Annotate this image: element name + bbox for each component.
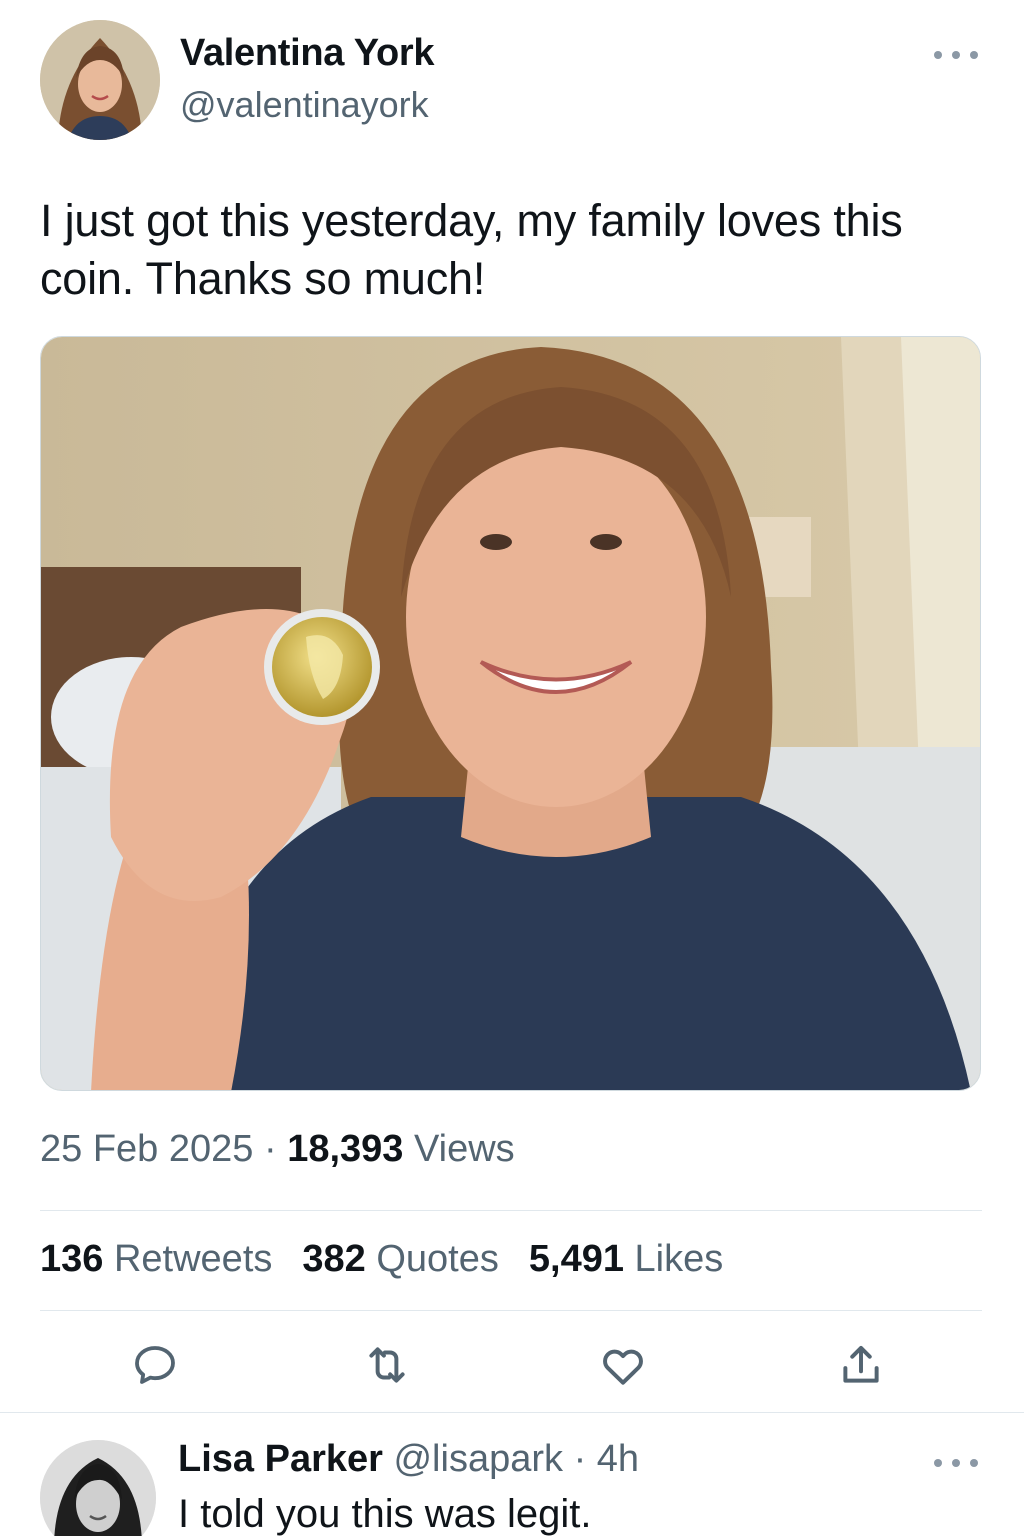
tweet-text: I just got this yesterday, my family lov…: [40, 195, 903, 304]
share-icon: [843, 1345, 879, 1383]
reply-text: I told you this was legit.: [178, 1492, 592, 1536]
reply-button[interactable]: [130, 1340, 180, 1390]
divider: [40, 1210, 982, 1211]
retweet-icon: [369, 1347, 405, 1383]
author-avatar-image: [40, 20, 160, 140]
author-name[interactable]: Valentina York: [180, 32, 434, 75]
retweets-label: Retweets: [113, 1238, 273, 1280]
views-count: 18,393: [287, 1128, 404, 1170]
dot: [934, 1459, 942, 1467]
reply-avatar[interactable]: [40, 1440, 156, 1536]
reply-avatar-image: [40, 1440, 156, 1536]
engagement-stats: 136 Retweets 382 Quotes 5,491 Likes: [40, 1238, 723, 1281]
retweet-button[interactable]: [362, 1340, 412, 1390]
reply-author-name[interactable]: Lisa Parker: [178, 1438, 383, 1480]
tweet-photo[interactable]: [40, 336, 981, 1091]
retweets-stat[interactable]: 136 Retweets: [40, 1238, 272, 1281]
share-button[interactable]: [836, 1340, 886, 1390]
tweet-detail-page: Valentina York @valentinayork I just got…: [0, 0, 1024, 1536]
dot: [934, 51, 942, 59]
quotes-label: Quotes: [376, 1238, 499, 1280]
reply-separator: ·: [573, 1438, 587, 1480]
heart-icon: [603, 1349, 643, 1385]
reply-more-options-icon[interactable]: [934, 1450, 978, 1476]
dot: [952, 1459, 960, 1467]
quotes-count: 382: [302, 1238, 366, 1280]
reply-author-handle[interactable]: @lisapark: [393, 1438, 563, 1480]
dot: [970, 51, 978, 59]
author-avatar[interactable]: [40, 20, 160, 140]
like-button[interactable]: [598, 1340, 648, 1390]
more-options-icon[interactable]: [934, 42, 978, 68]
tweet-date[interactable]: 25 Feb 2025: [40, 1128, 253, 1170]
dot: [970, 1459, 978, 1467]
photo-woman-holding-coin: [41, 337, 980, 1090]
divider: [40, 1310, 982, 1311]
reply-icon: [135, 1346, 175, 1384]
tweet-meta: 25 Feb 2025 · 18,393 Views: [40, 1128, 515, 1171]
retweets-count: 136: [40, 1238, 104, 1280]
quotes-stat[interactable]: 382 Quotes: [302, 1238, 499, 1281]
meta-separator: ·: [263, 1128, 277, 1170]
reply-time[interactable]: 4h: [597, 1438, 639, 1480]
views-label: Views: [413, 1128, 515, 1170]
reply-header: Lisa Parker @lisapark · 4h: [178, 1438, 639, 1481]
likes-stat[interactable]: 5,491 Likes: [529, 1238, 723, 1281]
author-handle[interactable]: @valentinayork: [180, 84, 429, 126]
dot: [952, 51, 960, 59]
divider: [0, 1412, 1024, 1413]
likes-label: Likes: [634, 1238, 724, 1280]
likes-count: 5,491: [528, 1238, 624, 1280]
